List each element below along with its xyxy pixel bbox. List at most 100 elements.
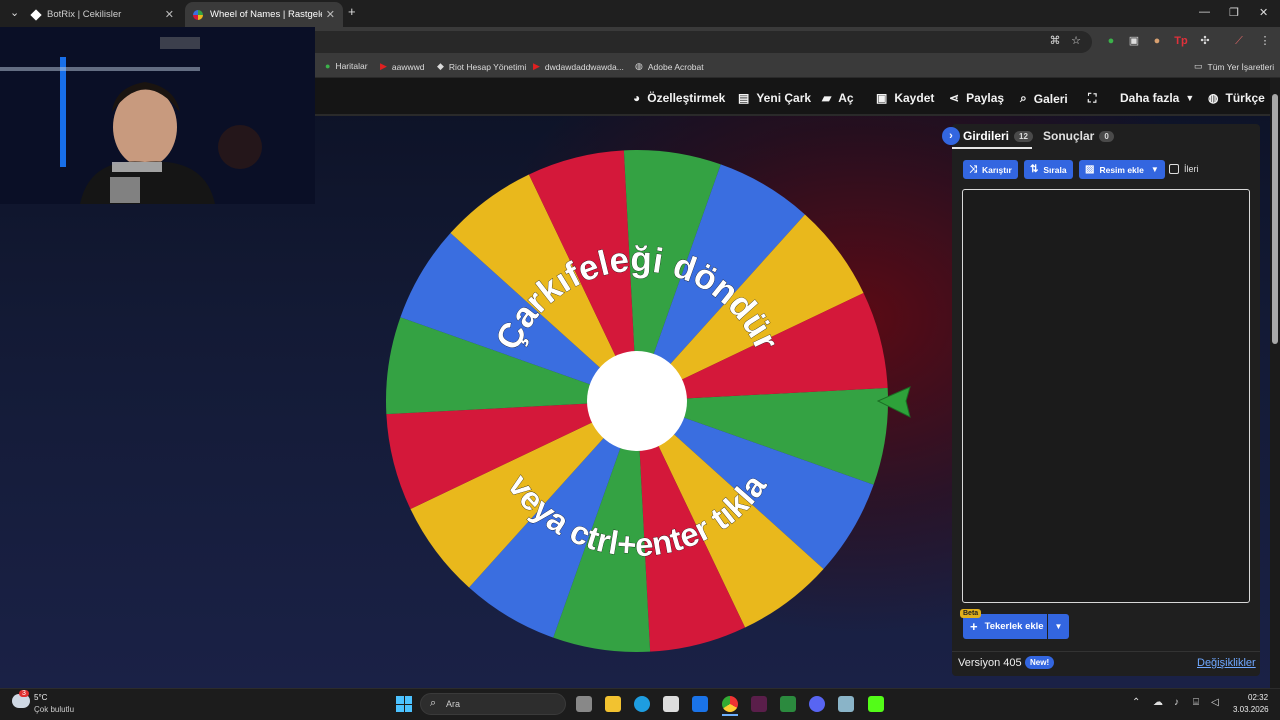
volume-icon[interactable]: ◁ <box>1211 697 1219 708</box>
botrix-favicon-icon <box>30 8 42 21</box>
app-icon[interactable] <box>780 696 796 712</box>
shuffle-button[interactable]: ⤨ Karıştır <box>963 160 1018 179</box>
extensions-puzzle-icon[interactable]: ✣ <box>1198 34 1212 48</box>
profile-icon[interactable]: ⟋ <box>1232 34 1246 48</box>
tab-title: BotRix | Cekilisler <box>47 9 122 20</box>
entries-textarea[interactable] <box>962 189 1250 603</box>
weather-temp: 5°C <box>34 693 48 702</box>
tab-title: Wheel of Names | Rastgele ad <box>210 9 322 20</box>
webcam-feed-image <box>0 27 315 204</box>
changes-link[interactable]: Değişiklikler <box>1197 657 1256 669</box>
store-icon[interactable] <box>663 696 679 712</box>
app-icon[interactable] <box>838 696 854 712</box>
weather-desc: Çok bulutlu <box>34 705 75 714</box>
vegas-icon[interactable] <box>751 696 767 712</box>
menu-kebab-icon[interactable]: ⋮ <box>1258 34 1272 48</box>
search-icon: ⌕ <box>430 697 437 709</box>
nav-gallery[interactable]: ⌕ Galeri <box>1020 91 1068 106</box>
tab-entries[interactable]: Girdileri 12 <box>963 129 1033 143</box>
discord-icon[interactable] <box>809 696 825 712</box>
riot-icon: ◆ <box>437 61 444 71</box>
translate-icon[interactable]: ⌘ <box>1048 34 1062 48</box>
tab-list-chevron-icon[interactable]: ⌄ <box>10 6 19 19</box>
active-app-indicator <box>722 714 738 716</box>
close-tab-icon[interactable]: ✕ <box>165 8 174 21</box>
chevron-down-icon: ▼ <box>1054 622 1063 631</box>
folder-icon: ▭ <box>1194 61 1203 71</box>
share-icon: ⋖ <box>949 91 960 105</box>
bookmark-star-icon[interactable]: ☆ <box>1069 34 1083 48</box>
tab-wheel-of-names[interactable]: Wheel of Names | Rastgele ad ✕ <box>185 2 343 27</box>
add-image-button[interactable]: ▨ Resim ekle ▼ <box>1079 160 1165 179</box>
nav-share[interactable]: ⋖ Paylaş <box>949 91 1004 105</box>
network-icon[interactable]: ⌸ <box>1193 697 1199 708</box>
tab-botrix[interactable]: BotRix | Cekilisler ✕ <box>24 2 182 27</box>
wheel-center[interactable] <box>587 351 687 451</box>
wheel-graphic[interactable]: Çarkıfeleği döndür veya ctrl+enter tıkla <box>384 148 890 654</box>
extension-shield-icon[interactable]: ● <box>1104 34 1118 48</box>
nav-language[interactable]: ◍ Türkçe <box>1208 91 1265 105</box>
file-explorer-icon[interactable] <box>605 696 621 712</box>
clock-time: 02:32 <box>1248 693 1269 702</box>
nav-fullscreen[interactable]: ⛶ <box>1088 91 1103 106</box>
new-badge: New! <box>1025 656 1055 669</box>
nav-more[interactable]: Daha fazla ▼ <box>1120 91 1194 105</box>
chevron-down-icon: ▼ <box>1150 165 1159 174</box>
advanced-checkbox[interactable] <box>1169 164 1179 174</box>
scrollbar-thumb[interactable] <box>1272 94 1278 344</box>
nav-customize[interactable]: ◕ Özelleştirmek <box>633 91 725 105</box>
search-icon: ⌕ <box>1020 91 1027 105</box>
edge-icon[interactable] <box>634 696 650 712</box>
tab-results[interactable]: Sonuçlar 0 <box>1043 129 1114 143</box>
bookmark-item[interactable]: ◆ Riot Hesap Yönetimi <box>437 61 526 72</box>
kick-icon[interactable] <box>868 696 884 712</box>
globe-icon: ◍ <box>1208 91 1219 105</box>
chevron-down-icon: ▼ <box>1185 93 1195 103</box>
extension-tp-icon[interactable]: Tp <box>1174 34 1188 48</box>
collapse-panel-icon[interactable]: › <box>942 127 960 145</box>
map-pin-icon: ● <box>325 61 331 71</box>
advanced-label: İleri <box>1184 164 1199 174</box>
sort-button[interactable]: ⇅ Sırala <box>1024 160 1073 179</box>
fullscreen-icon: ⛶ <box>1088 91 1097 105</box>
close-window-icon[interactable]: ✕ <box>1259 6 1268 19</box>
taskbar-search[interactable]: ⌕ Ara <box>420 693 566 715</box>
bookmark-item[interactable]: ▶ dwdawdaddwawda... <box>533 61 624 72</box>
microphone-icon[interactable]: ♪ <box>1174 697 1179 708</box>
nav-save[interactable]: ▣ Kaydet <box>876 91 934 105</box>
new-tab-button[interactable]: + <box>348 4 356 19</box>
minimize-icon[interactable]: — <box>1199 6 1210 18</box>
windows-start-icon[interactable] <box>396 696 412 712</box>
close-tab-icon[interactable]: ✕ <box>326 8 335 21</box>
weather-alert-badge: 3 <box>19 690 29 697</box>
nav-open[interactable]: ▰ Aç <box>822 91 854 105</box>
chrome-icon[interactable] <box>722 696 738 712</box>
youtube-icon: ▶ <box>533 61 540 71</box>
image-icon: ▨ <box>1085 164 1095 175</box>
bookmark-item[interactable]: ◍ Adobe Acrobat <box>635 61 704 72</box>
bookmark-item[interactable]: ▶ aawwwd <box>380 61 425 72</box>
extension-face-icon[interactable]: ● <box>1150 34 1164 48</box>
version-label: Versiyon 405 <box>958 657 1022 669</box>
sort-icon: ⇅ <box>1030 164 1039 175</box>
nav-new-wheel[interactable]: ▤ Yeni Çark <box>738 91 811 105</box>
shuffle-icon: ⤨ <box>969 164 977 175</box>
task-view-icon[interactable] <box>576 696 592 712</box>
extension-icon[interactable]: ▣ <box>1127 34 1141 48</box>
panel-divider <box>952 651 1260 652</box>
all-bookmarks[interactable]: ▭ Tüm Yer İşaretleri <box>1194 61 1274 72</box>
youtube-icon: ▶ <box>380 61 387 71</box>
tray-chevron-icon[interactable]: ⌃ <box>1132 697 1140 708</box>
folder-icon: ▰ <box>822 91 832 105</box>
spin-wheel[interactable]: Çarkıfeleği döndür veya ctrl+enter tıkla <box>384 148 890 654</box>
plus-icon: + <box>970 619 978 634</box>
outlook-icon[interactable] <box>692 696 708 712</box>
entries-count-badge: 12 <box>1014 130 1033 142</box>
restore-icon[interactable]: ❐ <box>1229 6 1239 19</box>
wheel-favicon-icon <box>193 9 203 20</box>
add-wheel-dropdown[interactable]: ▼ <box>1048 614 1069 639</box>
active-tab-underline <box>952 147 1032 149</box>
browser-tab-strip: ⌄ BotRix | Cekilisler ✕ Wheel of Names |… <box>0 0 1280 27</box>
bookmark-item[interactable]: ● Haritalar <box>325 61 368 71</box>
tray-cloud-icon[interactable]: ☁ <box>1153 697 1163 708</box>
